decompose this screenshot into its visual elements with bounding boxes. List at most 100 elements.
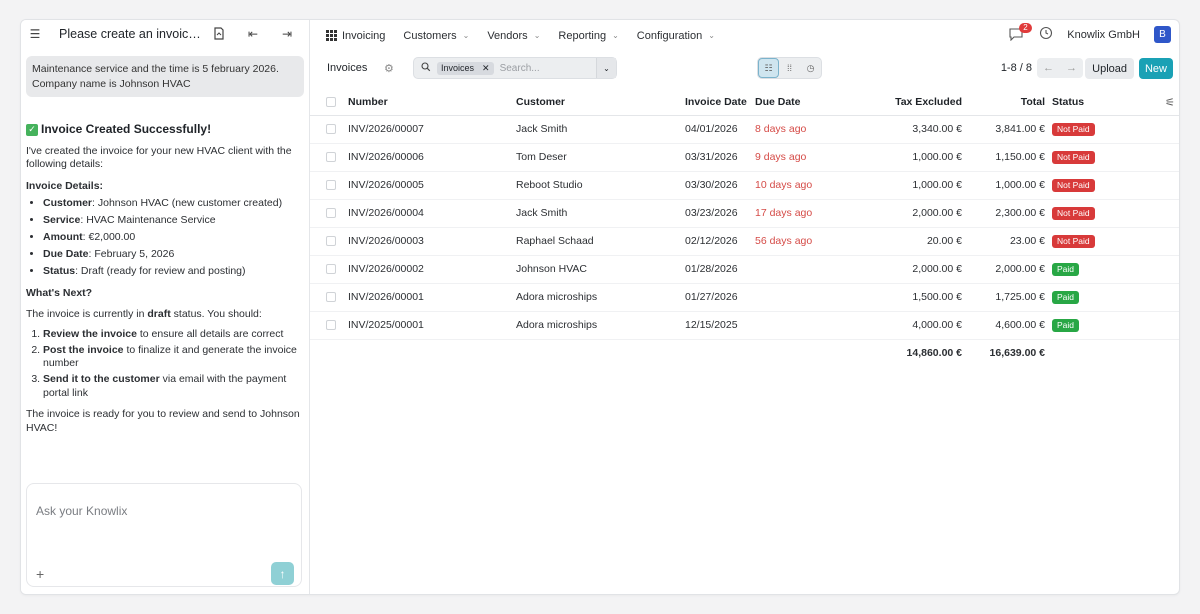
upload-button[interactable]: Upload bbox=[1085, 58, 1134, 79]
expand-right-icon[interactable]: ⇥ bbox=[279, 26, 295, 42]
status-badge: Paid bbox=[1052, 318, 1080, 332]
cell-tax-excluded: 1,000.00 € bbox=[843, 171, 962, 200]
table-row[interactable]: INV/2026/00003 Raphael Schaad 02/12/2026… bbox=[310, 227, 1179, 256]
messages-icon[interactable]: 2 bbox=[1009, 22, 1032, 42]
cell-invoice-date: 03/31/2026 bbox=[685, 143, 755, 172]
col-tax-excluded[interactable]: Tax Excluded bbox=[843, 89, 962, 116]
menu-vendors-label[interactable]: Vendors bbox=[487, 30, 527, 42]
reply-closing: The invoice is ready for you to review a… bbox=[26, 408, 300, 434]
row-checkbox-cell bbox=[310, 143, 348, 172]
arrow-left-icon[interactable]: ← bbox=[1037, 58, 1060, 78]
collapse-left-icon[interactable]: ⇤ bbox=[245, 26, 261, 42]
col-number[interactable]: Number bbox=[348, 89, 516, 116]
optional-columns-icon[interactable]: ⚟ bbox=[1165, 96, 1175, 109]
table-row[interactable]: INV/2026/00004 Jack Smith 03/23/2026 17 … bbox=[310, 199, 1179, 228]
row-checkbox-cell bbox=[310, 255, 348, 284]
col-due-date[interactable]: Due Date bbox=[755, 89, 843, 116]
table-row[interactable]: INV/2026/00006 Tom Deser 03/31/2026 9 da… bbox=[310, 143, 1179, 172]
close-icon[interactable]: ✕ bbox=[482, 63, 490, 74]
cell-due-date bbox=[755, 283, 843, 312]
chat-input-box[interactable]: Ask your Knowlix + ↑ bbox=[26, 483, 302, 587]
top-nav: Invoicing Customers ⌄ Vendors ⌄ Reporting ⌄… bbox=[310, 20, 1179, 51]
select-all-checkbox[interactable] bbox=[326, 96, 336, 107]
activity-view-icon[interactable]: ◷ bbox=[800, 58, 821, 78]
step-bold: Review the invoice bbox=[43, 327, 137, 340]
menu-customers[interactable]: Customers ⌄ bbox=[403, 30, 469, 42]
cell-customer: Johnson HVAC bbox=[516, 255, 685, 284]
cell-invoice-date: 03/30/2026 bbox=[685, 171, 755, 200]
row-checkbox[interactable] bbox=[326, 152, 336, 162]
table-row[interactable]: INV/2026/00001 Adora microships 01/27/20… bbox=[310, 283, 1179, 312]
row-checkbox-cell bbox=[310, 171, 348, 200]
detail-item: Due Date: February 5, 2026 bbox=[43, 248, 304, 262]
cell-customer: Jack Smith bbox=[516, 199, 685, 228]
clock-icon[interactable] bbox=[1039, 26, 1053, 43]
cell-total: 4,600.00 € bbox=[962, 311, 1045, 340]
chat-input-placeholder[interactable]: Ask your Knowlix bbox=[36, 504, 127, 518]
reply-intro: I've created the invoice for your new HV… bbox=[26, 144, 292, 171]
attach-plus-icon[interactable]: + bbox=[36, 566, 44, 582]
cell-due-date: 8 days ago bbox=[755, 115, 843, 144]
pager-value[interactable]: 1-8 / 8 bbox=[1001, 62, 1032, 74]
row-checkbox[interactable] bbox=[326, 264, 336, 274]
col-invoice-date[interactable]: Invoice Date bbox=[685, 89, 755, 116]
status-badge: Not Paid bbox=[1052, 206, 1095, 220]
row-checkbox[interactable] bbox=[326, 292, 336, 302]
cell-total: 3,841.00 € bbox=[962, 115, 1045, 144]
cell-invoice-date: 01/27/2026 bbox=[685, 283, 755, 312]
totals-row: 14,860.00 € 16,639.00 € bbox=[310, 339, 1179, 367]
total-amount: 16,639.00 € bbox=[989, 347, 1045, 360]
cell-tax-excluded: 1,000.00 € bbox=[843, 143, 962, 172]
step-bold: Send it to the customer bbox=[43, 373, 160, 385]
menu-configuration[interactable]: Configuration ⌄ bbox=[637, 30, 715, 42]
cell-customer: Reboot Studio bbox=[516, 171, 685, 200]
col-customer[interactable]: Customer bbox=[516, 89, 685, 116]
kanban-view-icon[interactable]: ⁞⁞ bbox=[779, 58, 800, 78]
table-row[interactable]: INV/2025/00001 Adora microships 12/15/20… bbox=[310, 311, 1179, 340]
table-row[interactable]: INV/2026/00002 Johnson HVAC 01/28/2026 2… bbox=[310, 255, 1179, 284]
menu-customers-label[interactable]: Customers bbox=[403, 30, 456, 42]
company-switcher[interactable]: Knowlix GmbH bbox=[1067, 29, 1140, 41]
cell-invoice-date: 04/01/2026 bbox=[685, 115, 755, 144]
cell-number: INV/2026/00007 bbox=[348, 115, 516, 144]
row-checkbox[interactable] bbox=[326, 236, 336, 246]
new-document-icon[interactable] bbox=[211, 26, 227, 42]
cell-total: 1,150.00 € bbox=[962, 143, 1045, 172]
table-row[interactable]: INV/2026/00007 Jack Smith 04/01/2026 8 d… bbox=[310, 115, 1179, 144]
cell-due-date bbox=[755, 255, 843, 284]
table-row[interactable]: INV/2026/00005 Reboot Studio 03/30/2026 … bbox=[310, 171, 1179, 200]
next-intro-c: status. You should: bbox=[170, 308, 262, 320]
gear-icon[interactable]: ⚙ bbox=[384, 62, 394, 75]
search-input[interactable]: Search... bbox=[500, 63, 540, 74]
list-view-icon[interactable]: ☷ bbox=[758, 58, 779, 78]
search-dropdown-toggle[interactable]: ⌄ bbox=[596, 58, 616, 78]
cell-due-date: 17 days ago bbox=[755, 199, 843, 228]
menu-configuration-label[interactable]: Configuration bbox=[637, 30, 702, 42]
user-avatar[interactable]: B bbox=[1154, 26, 1171, 43]
arrow-right-icon[interactable]: → bbox=[1060, 58, 1083, 78]
step-item: Send it to the customer via email with t… bbox=[43, 373, 304, 400]
status-badge: Paid bbox=[1052, 290, 1080, 304]
app-name[interactable]: Invoicing bbox=[342, 30, 385, 42]
app-menu[interactable]: Invoicing bbox=[326, 30, 385, 42]
list-icon[interactable]: ☰ bbox=[27, 26, 43, 42]
search-box[interactable]: Invoices ✕ Search... ⌄ bbox=[413, 57, 617, 79]
col-total[interactable]: Total bbox=[962, 89, 1045, 116]
cell-total: 1,725.00 € bbox=[962, 283, 1045, 312]
row-checkbox[interactable] bbox=[326, 180, 336, 190]
app-grid-icon[interactable] bbox=[326, 30, 337, 41]
search-facet[interactable]: Invoices ✕ bbox=[437, 61, 494, 75]
col-status[interactable]: Status bbox=[1045, 89, 1179, 116]
menu-reporting[interactable]: Reporting ⌄ bbox=[558, 30, 618, 42]
new-button[interactable]: New bbox=[1138, 58, 1173, 79]
send-button[interactable]: ↑ bbox=[271, 562, 294, 585]
menu-vendors[interactable]: Vendors ⌄ bbox=[487, 30, 540, 42]
step-item: Review the invoice to ensure all details… bbox=[43, 328, 304, 342]
next-intro-draft: draft bbox=[147, 308, 171, 320]
cell-total: 23.00 € bbox=[962, 227, 1045, 256]
row-checkbox[interactable] bbox=[326, 320, 336, 330]
success-title-text: Invoice Created Successfully! bbox=[41, 122, 212, 136]
menu-reporting-label[interactable]: Reporting bbox=[558, 30, 606, 42]
row-checkbox[interactable] bbox=[326, 208, 336, 218]
row-checkbox[interactable] bbox=[326, 124, 336, 134]
